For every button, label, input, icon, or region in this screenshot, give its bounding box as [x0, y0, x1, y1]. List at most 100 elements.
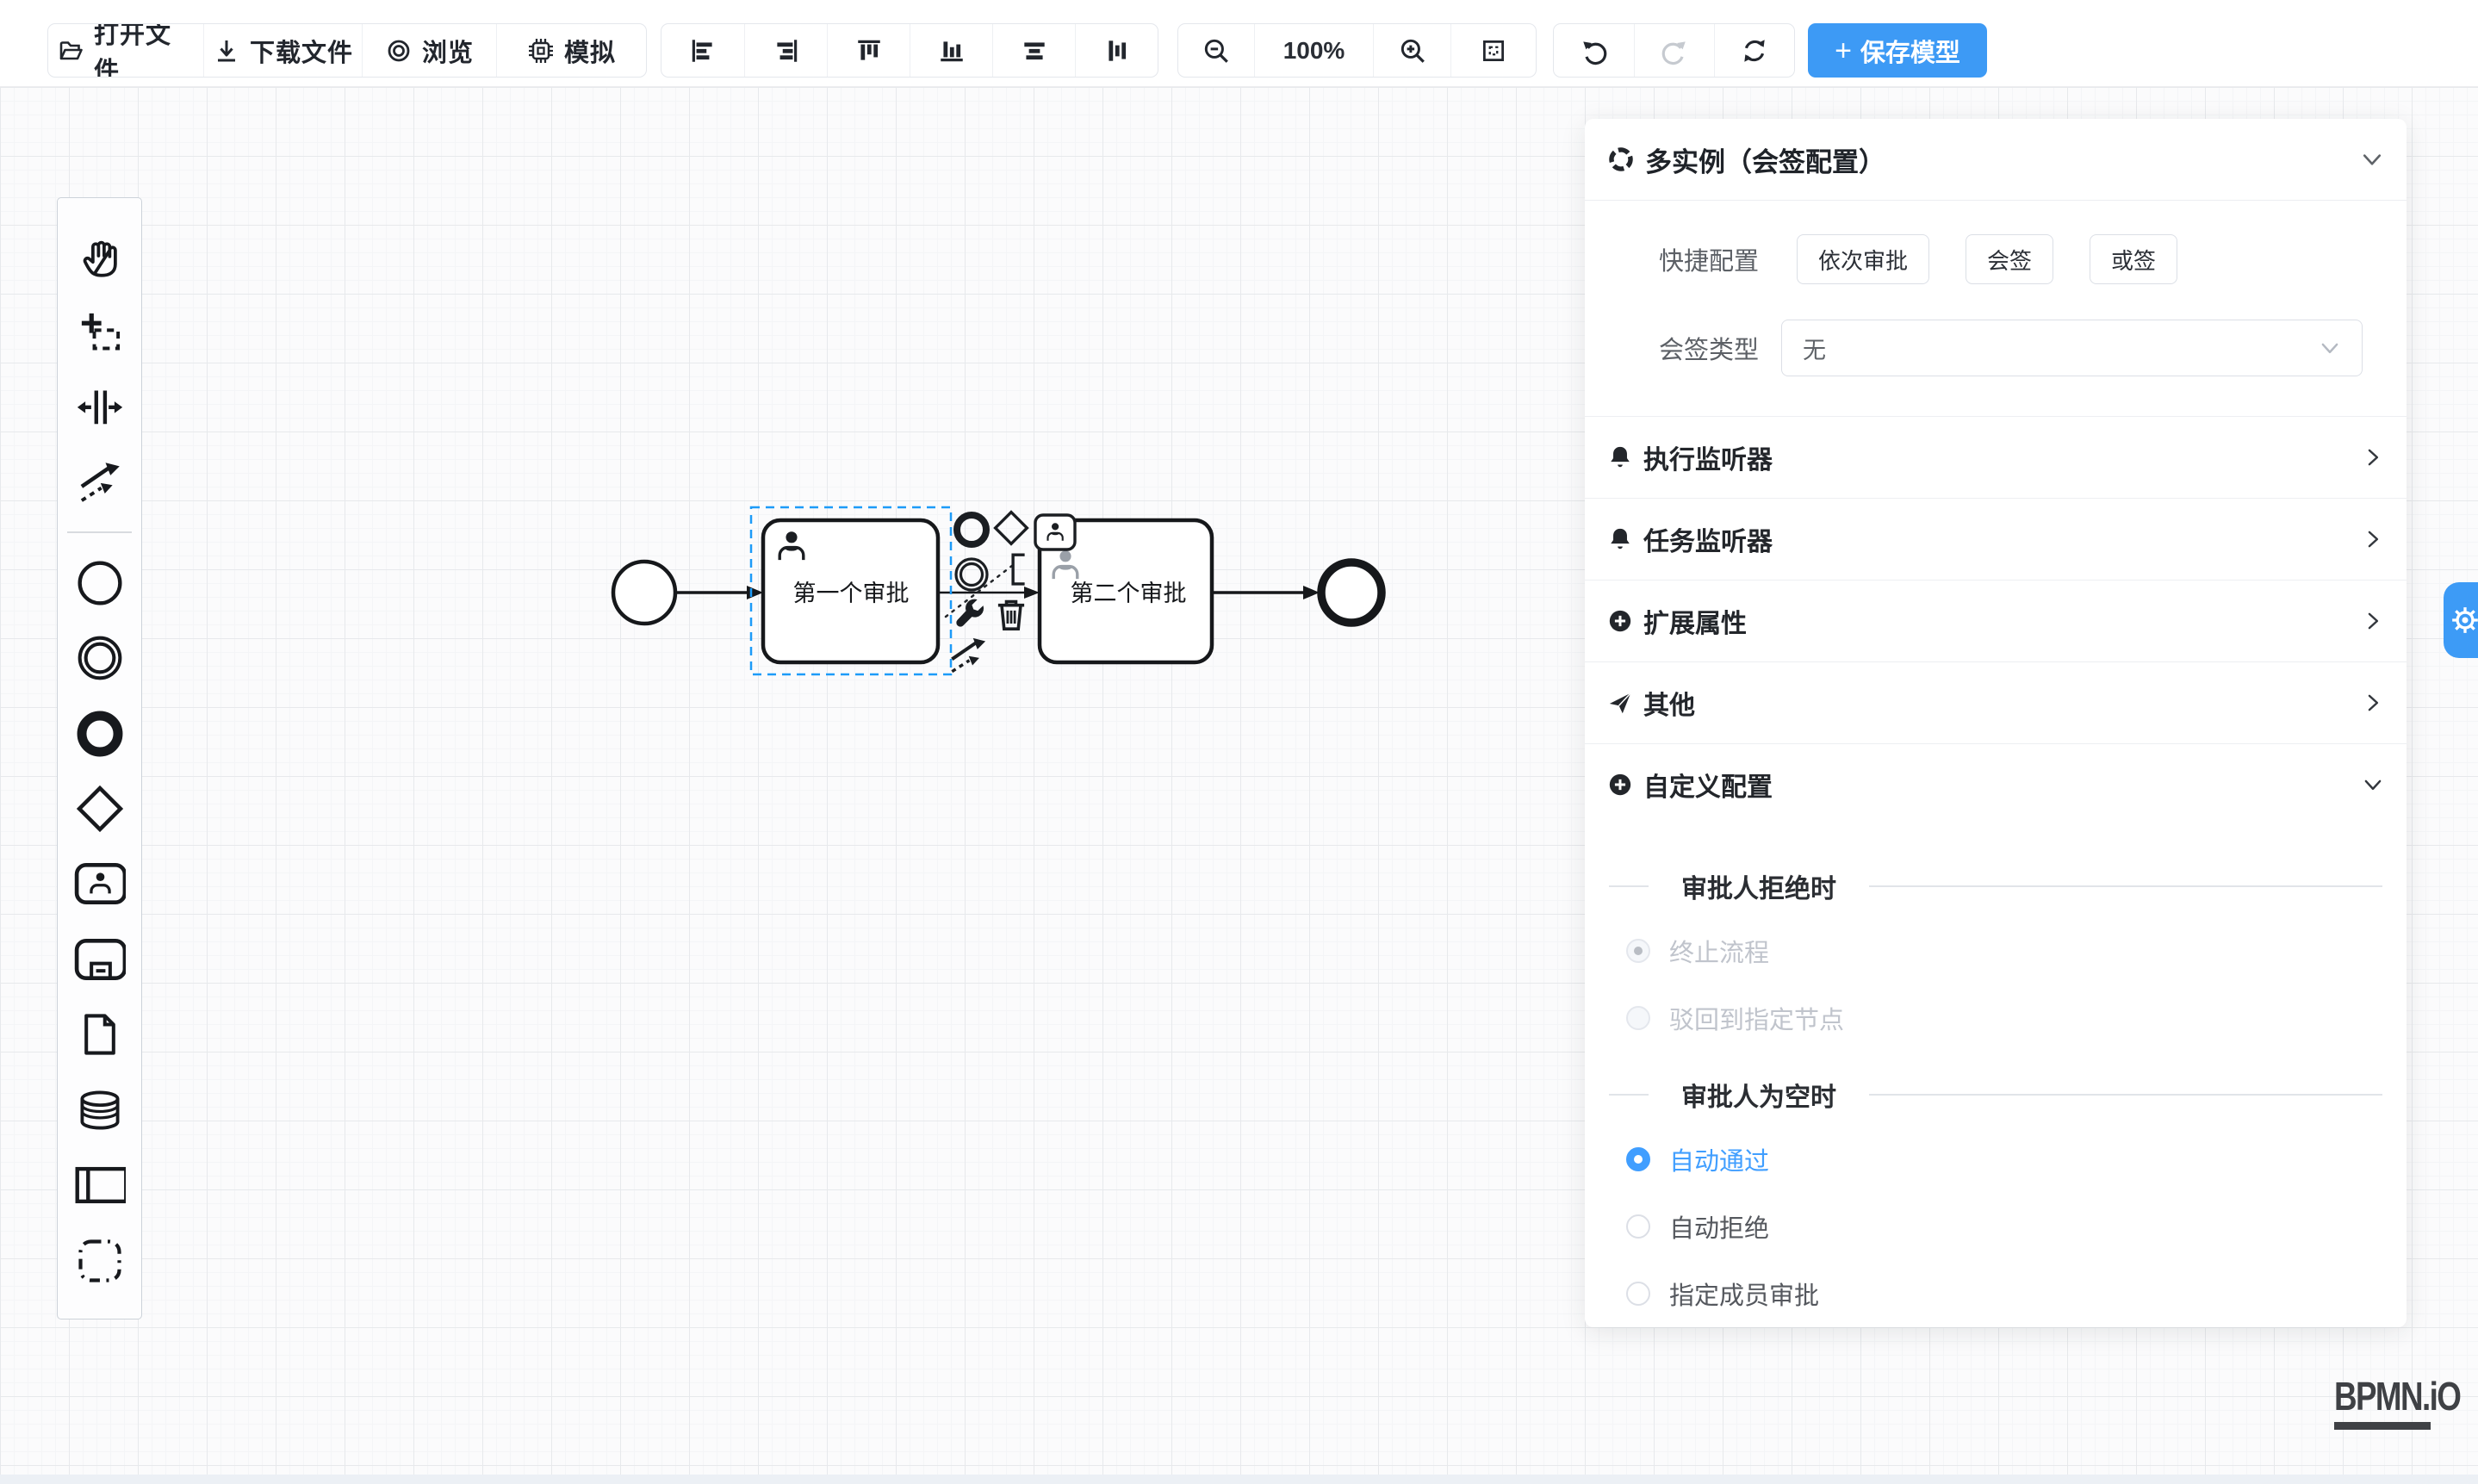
- toolbar: 打开文件 下载文件 浏览 模拟 100% + 保存模: [0, 0, 2478, 87]
- properties-panel: 多实例（会签配置） 快捷配置 依次审批 会签 或签 会签类型 无 执行监听器 任…: [1585, 119, 2407, 1327]
- chevron-right-icon: [2362, 692, 2384, 714]
- sign-type-value: 无: [1803, 332, 2319, 365]
- align-left-icon: [688, 36, 717, 65]
- align-middle-button[interactable]: [992, 24, 1075, 77]
- align-top-button[interactable]: [827, 24, 910, 77]
- zoom-out-button[interactable]: [1178, 24, 1254, 77]
- chevron-down-icon: [2362, 773, 2384, 796]
- task-label: 第一个审批: [793, 581, 910, 606]
- multi-instance-section-header[interactable]: 多实例（会签配置）: [1585, 119, 2407, 201]
- palette-participant[interactable]: [74, 1159, 126, 1211]
- start-event-node[interactable]: [613, 562, 675, 624]
- zoom-in-icon: [1398, 36, 1427, 65]
- zoom-in-button[interactable]: [1373, 24, 1450, 77]
- bell-icon: [1607, 444, 1633, 470]
- bpmn-io-logo[interactable]: BPMN.iO: [2334, 1373, 2460, 1430]
- radio-terminate-process[interactable]: 终止流程: [1626, 935, 2407, 966]
- reset-button[interactable]: [1714, 24, 1794, 77]
- fit-viewport-button[interactable]: [1450, 24, 1536, 77]
- palette-global-connect-tool[interactable]: [74, 456, 126, 508]
- sign-type-row: 会签类型 无: [1585, 320, 2407, 376]
- reset-icon: [1740, 36, 1769, 65]
- append-intermediate-event-icon[interactable]: [956, 559, 987, 590]
- radio-assign-member[interactable]: 指定成员审批: [1626, 1278, 2407, 1309]
- radio-unchecked-icon: [1626, 1214, 1650, 1239]
- chevron-right-icon: [2362, 528, 2384, 550]
- quick-option-orsign-button[interactable]: 或签: [2090, 234, 2177, 284]
- radio-return-to-node[interactable]: 驳回到指定节点: [1626, 1003, 2407, 1034]
- quick-option-countersign-button[interactable]: 会签: [1966, 234, 2053, 284]
- settings-tab[interactable]: [2444, 582, 2478, 658]
- chevron-down-icon: [2319, 337, 2341, 359]
- append-user-task-icon[interactable]: [1035, 515, 1075, 550]
- align-left-button[interactable]: [661, 24, 744, 77]
- open-file-button[interactable]: 打开文件: [48, 24, 203, 77]
- save-model-button[interactable]: + 保存模型: [1808, 23, 1987, 78]
- palette-intermediate-event[interactable]: [74, 632, 126, 684]
- bell-icon: [1607, 526, 1633, 552]
- gateway-icon: [75, 784, 125, 834]
- chevron-right-icon: [2362, 610, 2384, 632]
- file-button-group: 打开文件 下载文件 浏览 模拟: [47, 23, 647, 78]
- radio-auto-reject[interactable]: 自动拒绝: [1626, 1211, 2407, 1242]
- user-task-node-1[interactable]: 第一个审批: [763, 520, 938, 662]
- preview-button[interactable]: 浏览: [362, 24, 496, 77]
- undo-icon: [1580, 36, 1609, 65]
- panel-sections: 执行监听器 任务监听器 扩展属性 其他 自定义配置: [1585, 416, 2407, 825]
- lasso-icon: [78, 309, 122, 354]
- align-middle-icon: [1020, 36, 1049, 65]
- start-event-icon: [76, 559, 124, 607]
- simulate-chip-icon: [527, 37, 555, 65]
- sign-type-select[interactable]: 无: [1781, 320, 2363, 376]
- palette-start-event[interactable]: [74, 557, 126, 609]
- palette-data-object[interactable]: [74, 1009, 126, 1060]
- palette-data-store[interactable]: [74, 1084, 126, 1136]
- palette-subprocess[interactable]: [74, 934, 126, 985]
- align-center-button[interactable]: [1075, 24, 1158, 77]
- palette-separator: [67, 531, 132, 533]
- connect-icon: [78, 460, 122, 505]
- end-event-node[interactable]: [1321, 562, 1382, 623]
- canvas-bottom-strip: [0, 1475, 2478, 1484]
- redo-icon: [1660, 36, 1689, 65]
- folder-open-icon: [57, 37, 84, 65]
- sign-type-label: 会签类型: [1585, 330, 1759, 366]
- palette-space-tool[interactable]: [74, 381, 126, 432]
- append-text-annotation-icon[interactable]: [1013, 555, 1025, 584]
- section-other[interactable]: 其他: [1585, 661, 2407, 743]
- zoom-out-icon: [1202, 36, 1231, 65]
- zoom-button-group: 100%: [1177, 23, 1537, 78]
- logo-underline: [2334, 1422, 2431, 1430]
- palette-end-event[interactable]: [74, 708, 126, 760]
- radio-auto-pass[interactable]: 自动通过: [1626, 1144, 2407, 1175]
- palette-lasso-tool[interactable]: [74, 306, 126, 357]
- download-file-button[interactable]: 下载文件: [203, 24, 362, 77]
- quick-option-sequential-button[interactable]: 依次审批: [1797, 234, 1929, 284]
- task-label: 第二个审批: [1071, 581, 1187, 606]
- section-task-listener[interactable]: 任务监听器: [1585, 498, 2407, 580]
- palette-group[interactable]: [74, 1235, 126, 1287]
- section-extension-properties[interactable]: 扩展属性: [1585, 580, 2407, 661]
- align-bottom-button[interactable]: [910, 24, 992, 77]
- align-center-icon: [1102, 36, 1132, 65]
- palette-gateway[interactable]: [74, 783, 126, 835]
- plus-circle-icon: [1607, 772, 1633, 798]
- download-icon: [213, 37, 240, 65]
- section-execution-listener[interactable]: 执行监听器: [1585, 416, 2407, 498]
- align-right-button[interactable]: [744, 24, 827, 77]
- palette-user-task[interactable]: [74, 858, 126, 910]
- end-event-icon: [76, 710, 124, 758]
- empty-group-title: 审批人为空时: [1681, 1076, 1836, 1114]
- panel-title: 多实例（会签配置）: [1645, 140, 2350, 179]
- preview-eye-icon: [385, 37, 413, 65]
- redo-button[interactable]: [1634, 24, 1714, 77]
- undo-button[interactable]: [1554, 24, 1634, 77]
- subprocess-icon: [74, 938, 126, 981]
- group-icon: [77, 1238, 123, 1284]
- palette-hand-tool[interactable]: [74, 230, 126, 282]
- append-end-event-icon[interactable]: [957, 515, 986, 544]
- section-custom-config[interactable]: 自定义配置: [1585, 743, 2407, 825]
- align-right-icon: [772, 36, 801, 65]
- simulate-button[interactable]: 模拟: [496, 24, 646, 77]
- chevron-right-icon: [2362, 446, 2384, 469]
